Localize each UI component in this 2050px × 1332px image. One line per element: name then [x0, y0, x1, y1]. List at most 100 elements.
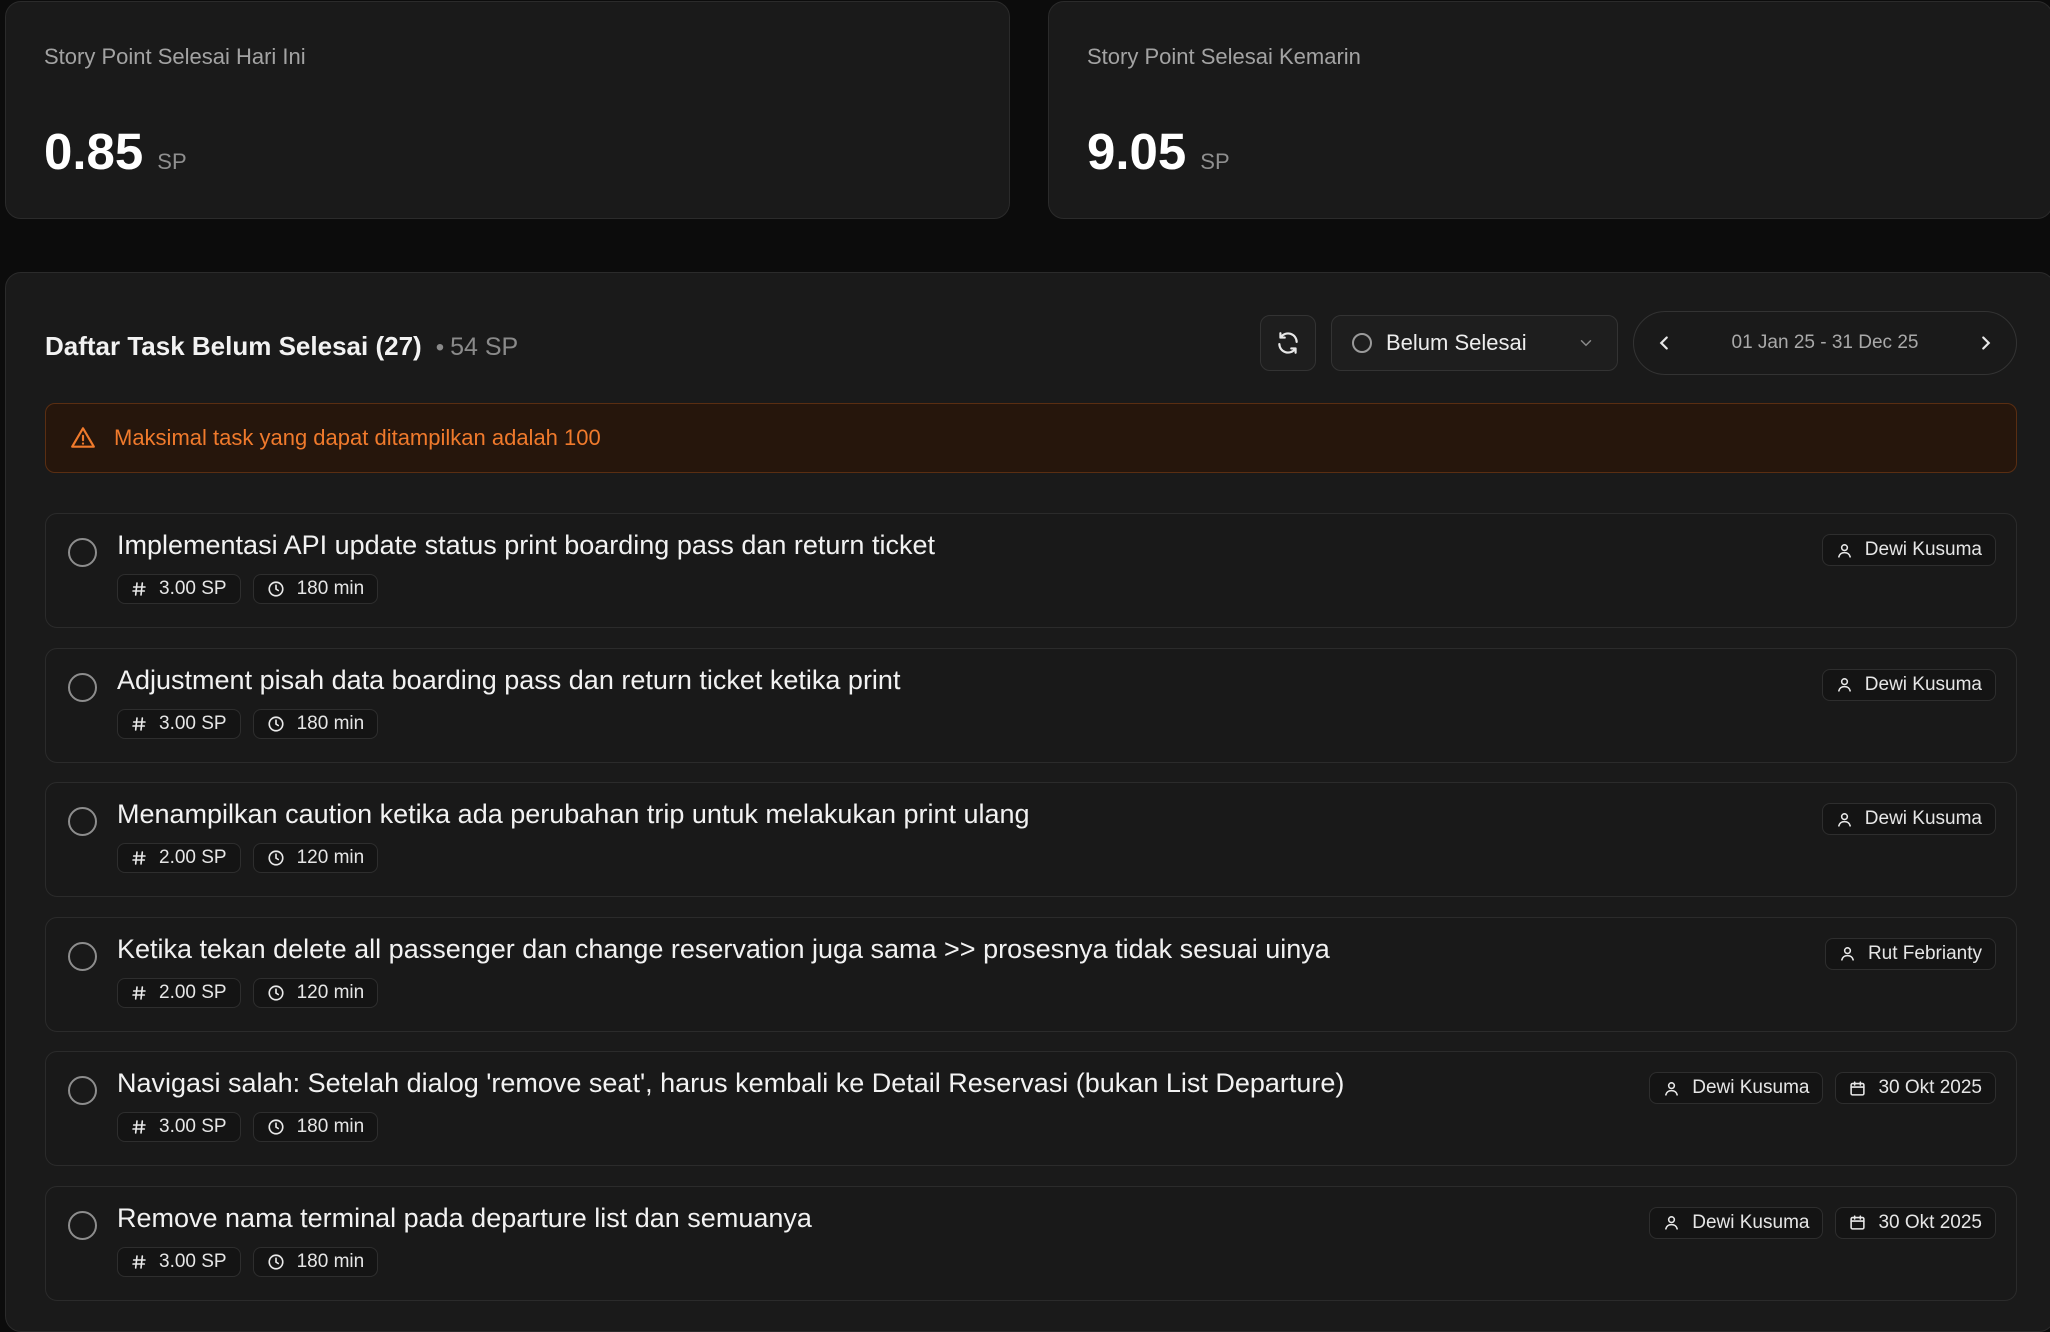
user-icon	[1837, 543, 1851, 558]
task-meta: Dewi Kusuma	[1821, 668, 1996, 701]
user-icon	[1665, 1081, 1679, 1096]
assignee-chip: Dewi Kusuma	[1821, 803, 1996, 835]
user-icon	[1837, 812, 1851, 827]
duration-value: 180 min	[296, 1116, 365, 1137]
warning-icon	[70, 425, 96, 451]
task-checkbox[interactable]	[68, 538, 97, 567]
assignee-chip: Dewi Kusuma	[1821, 668, 1996, 701]
stat-value: 9.05 SP	[1087, 122, 1230, 181]
task-checkbox[interactable]	[68, 1076, 97, 1105]
assignee-name: Dewi Kusuma	[1864, 808, 1982, 829]
assignee-chip: Rut Febrianty	[1824, 937, 1996, 970]
assignee-chip: Dewi Kusuma	[1649, 1206, 1824, 1239]
task-meta: Dewi Kusuma	[1821, 803, 1996, 835]
user-icon	[1841, 947, 1854, 961]
task-panel: Daftar Task Belum Selesai (27) • 54 SP B…	[5, 272, 2050, 1332]
clock-icon	[268, 1253, 284, 1270]
clock-icon	[268, 984, 284, 1001]
task-item[interactable]: Navigasi salah: Setelah dialog 'remove s…	[45, 1051, 2017, 1166]
user-icon	[1837, 678, 1851, 692]
due-date-value: 30 Okt 2025	[1878, 1077, 1982, 1098]
assignee-name: Dewi Kusuma	[1864, 673, 1982, 695]
task-title[interactable]: Adjustment pisah data boarding pass dan …	[117, 665, 900, 696]
task-item[interactable]: Ketika tekan delete all passenger dan ch…	[45, 916, 2017, 1032]
clock-icon	[268, 1119, 284, 1135]
stat-card-today: Story Point Selesai Hari Ini 0.85 SP	[5, 1, 1010, 219]
stat-unit: SP	[157, 149, 187, 174]
status-filter-select[interactable]: Belum Selesai	[1331, 315, 1618, 371]
hash-icon	[132, 851, 146, 865]
date-next-button[interactable]	[1956, 313, 2016, 373]
task-item[interactable]: Implementasi API update status print boa…	[45, 513, 2017, 628]
task-chips: 2.00 SP 120 min	[117, 977, 379, 1008]
story-point-chip: 2.00 SP	[117, 977, 241, 1008]
story-point-value: 3.00 SP	[159, 578, 227, 599]
hash-icon	[132, 716, 146, 731]
clock-icon	[268, 715, 284, 732]
clock-icon	[268, 850, 284, 866]
task-meta: Rut Febrianty	[1824, 937, 1996, 970]
date-range-picker: 01 Jan 25 - 31 Dec 25	[1633, 311, 2017, 375]
warning-text: Maksimal task yang dapat ditampilkan ada…	[114, 425, 601, 450]
assignee-name: Dewi Kusuma	[1692, 1211, 1810, 1233]
duration-value: 120 min	[296, 981, 365, 1003]
task-meta: Dewi Kusuma 30 Okt 2025	[1649, 1072, 1996, 1104]
duration-chip: 120 min	[252, 843, 379, 873]
assignee-chip: Dewi Kusuma	[1649, 1072, 1824, 1104]
task-checkbox[interactable]	[68, 672, 97, 702]
status-circle-icon	[1352, 333, 1372, 353]
panel-title: Daftar Task Belum Selesai (27) • 54 SP	[45, 331, 518, 362]
due-date-chip: 30 Okt 2025	[1835, 1206, 1996, 1239]
user-icon	[1665, 1216, 1679, 1230]
date-range-label[interactable]: 01 Jan 25 - 31 Dec 25	[1732, 332, 1919, 354]
story-point-chip: 3.00 SP	[117, 1246, 241, 1277]
task-meta: Dewi Kusuma	[1821, 534, 1996, 566]
assignee-chip: Dewi Kusuma	[1821, 534, 1996, 566]
task-title[interactable]: Implementasi API update status print boa…	[117, 530, 935, 561]
warning-banner: Maksimal task yang dapat ditampilkan ada…	[45, 403, 2017, 473]
total-sp: 54 SP	[450, 333, 519, 361]
chevron-down-icon	[1577, 334, 1595, 352]
story-point-chip: 2.00 SP	[117, 843, 241, 873]
task-meta: Dewi Kusuma 30 Okt 2025	[1649, 1206, 1996, 1239]
stat-value: 0.85 SP	[44, 122, 187, 181]
task-checkbox[interactable]	[68, 807, 97, 836]
story-point-value: 3.00 SP	[159, 712, 227, 734]
clock-icon	[268, 581, 284, 597]
task-checkbox[interactable]	[68, 1210, 97, 1240]
story-point-value: 3.00 SP	[159, 1116, 227, 1137]
duration-value: 180 min	[296, 578, 365, 599]
task-title[interactable]: Remove nama terminal pada departure list…	[117, 1203, 812, 1234]
task-checkbox[interactable]	[68, 941, 97, 971]
assignee-name: Rut Febrianty	[1867, 942, 1982, 964]
duration-chip: 180 min	[252, 574, 379, 604]
stat-label: Story Point Selesai Hari Ini	[44, 44, 306, 69]
task-title[interactable]: Navigasi salah: Setelah dialog 'remove s…	[117, 1068, 1344, 1099]
date-prev-button[interactable]	[1634, 313, 1694, 373]
separator-dot: •	[435, 334, 445, 361]
hash-icon	[132, 985, 146, 1000]
story-point-chip: 3.00 SP	[117, 1112, 241, 1142]
hash-icon	[132, 1120, 146, 1134]
refresh-button[interactable]	[1260, 315, 1316, 371]
stat-card-yesterday: Story Point Selesai Kemarin 9.05 SP	[1048, 1, 2050, 219]
task-item[interactable]: Adjustment pisah data boarding pass dan …	[45, 647, 2017, 763]
story-point-value: 2.00 SP	[159, 847, 227, 868]
duration-chip: 120 min	[252, 977, 379, 1008]
status-filter-value: Belum Selesai	[1386, 330, 1527, 355]
task-chips: 3.00 SP 180 min	[117, 1246, 379, 1277]
task-chips: 3.00 SP 180 min	[117, 708, 379, 739]
stat-number: 0.85	[44, 123, 144, 180]
assignee-name: Dewi Kusuma	[1692, 1077, 1810, 1098]
task-item[interactable]: Menampilkan caution ketika ada perubahan…	[45, 782, 2017, 897]
duration-chip: 180 min	[252, 708, 379, 739]
due-date-chip: 30 Okt 2025	[1835, 1072, 1996, 1104]
duration-value: 120 min	[296, 847, 365, 868]
task-title[interactable]: Menampilkan caution ketika ada perubahan…	[117, 799, 1030, 830]
task-title[interactable]: Ketika tekan delete all passenger dan ch…	[117, 934, 1330, 965]
duration-chip: 180 min	[252, 1112, 379, 1142]
story-point-chip: 3.00 SP	[117, 574, 241, 604]
calendar-icon	[1850, 1215, 1866, 1230]
chevron-left-icon	[1659, 336, 1668, 350]
task-item[interactable]: Remove nama terminal pada departure list…	[45, 1185, 2017, 1301]
